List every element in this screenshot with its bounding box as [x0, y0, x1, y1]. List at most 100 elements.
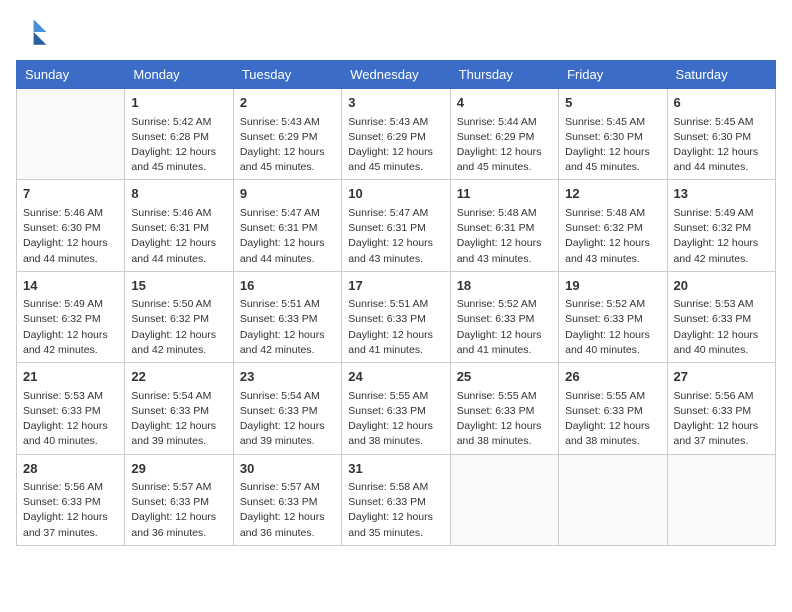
day-info: Sunrise: 5:50 AM Sunset: 6:32 PM Dayligh…	[131, 297, 226, 358]
weekday-header-sunday: Sunday	[17, 61, 125, 89]
day-number: 18	[457, 276, 552, 296]
calendar-header: SundayMondayTuesdayWednesdayThursdayFrid…	[17, 61, 776, 89]
day-info: Sunrise: 5:56 AM Sunset: 6:33 PM Dayligh…	[674, 389, 769, 450]
day-number: 7	[23, 184, 118, 204]
day-info: Sunrise: 5:49 AM Sunset: 6:32 PM Dayligh…	[23, 297, 118, 358]
calendar-cell: 14Sunrise: 5:49 AM Sunset: 6:32 PM Dayli…	[17, 271, 125, 362]
calendar-cell: 1Sunrise: 5:42 AM Sunset: 6:28 PM Daylig…	[125, 89, 233, 180]
day-info: Sunrise: 5:46 AM Sunset: 6:31 PM Dayligh…	[131, 206, 226, 267]
calendar-cell: 13Sunrise: 5:49 AM Sunset: 6:32 PM Dayli…	[667, 180, 775, 271]
day-number: 17	[348, 276, 443, 296]
day-info: Sunrise: 5:58 AM Sunset: 6:33 PM Dayligh…	[348, 480, 443, 541]
day-info: Sunrise: 5:55 AM Sunset: 6:33 PM Dayligh…	[457, 389, 552, 450]
day-info: Sunrise: 5:52 AM Sunset: 6:33 PM Dayligh…	[565, 297, 660, 358]
calendar-table: SundayMondayTuesdayWednesdayThursdayFrid…	[16, 60, 776, 546]
calendar-cell: 21Sunrise: 5:53 AM Sunset: 6:33 PM Dayli…	[17, 363, 125, 454]
day-number: 15	[131, 276, 226, 296]
day-info: Sunrise: 5:48 AM Sunset: 6:31 PM Dayligh…	[457, 206, 552, 267]
day-number: 19	[565, 276, 660, 296]
calendar-cell: 26Sunrise: 5:55 AM Sunset: 6:33 PM Dayli…	[559, 363, 667, 454]
calendar-cell: 4Sunrise: 5:44 AM Sunset: 6:29 PM Daylig…	[450, 89, 558, 180]
day-info: Sunrise: 5:45 AM Sunset: 6:30 PM Dayligh…	[674, 115, 769, 176]
day-number: 5	[565, 93, 660, 113]
calendar-cell: 10Sunrise: 5:47 AM Sunset: 6:31 PM Dayli…	[342, 180, 450, 271]
day-info: Sunrise: 5:47 AM Sunset: 6:31 PM Dayligh…	[240, 206, 335, 267]
day-number: 9	[240, 184, 335, 204]
day-info: Sunrise: 5:54 AM Sunset: 6:33 PM Dayligh…	[131, 389, 226, 450]
day-info: Sunrise: 5:54 AM Sunset: 6:33 PM Dayligh…	[240, 389, 335, 450]
day-info: Sunrise: 5:47 AM Sunset: 6:31 PM Dayligh…	[348, 206, 443, 267]
calendar-week-row: 14Sunrise: 5:49 AM Sunset: 6:32 PM Dayli…	[17, 271, 776, 362]
calendar-cell: 28Sunrise: 5:56 AM Sunset: 6:33 PM Dayli…	[17, 454, 125, 545]
calendar-cell	[559, 454, 667, 545]
calendar-cell: 16Sunrise: 5:51 AM Sunset: 6:33 PM Dayli…	[233, 271, 341, 362]
day-info: Sunrise: 5:43 AM Sunset: 6:29 PM Dayligh…	[240, 115, 335, 176]
day-number: 13	[674, 184, 769, 204]
day-number: 31	[348, 459, 443, 479]
weekday-header-wednesday: Wednesday	[342, 61, 450, 89]
weekday-header-thursday: Thursday	[450, 61, 558, 89]
day-number: 20	[674, 276, 769, 296]
day-info: Sunrise: 5:55 AM Sunset: 6:33 PM Dayligh…	[565, 389, 660, 450]
calendar-cell: 29Sunrise: 5:57 AM Sunset: 6:33 PM Dayli…	[125, 454, 233, 545]
day-number: 8	[131, 184, 226, 204]
calendar-cell: 9Sunrise: 5:47 AM Sunset: 6:31 PM Daylig…	[233, 180, 341, 271]
calendar-cell: 19Sunrise: 5:52 AM Sunset: 6:33 PM Dayli…	[559, 271, 667, 362]
page-header	[16, 16, 776, 48]
calendar-cell: 7Sunrise: 5:46 AM Sunset: 6:30 PM Daylig…	[17, 180, 125, 271]
calendar-week-row: 1Sunrise: 5:42 AM Sunset: 6:28 PM Daylig…	[17, 89, 776, 180]
calendar-cell: 5Sunrise: 5:45 AM Sunset: 6:30 PM Daylig…	[559, 89, 667, 180]
day-info: Sunrise: 5:57 AM Sunset: 6:33 PM Dayligh…	[240, 480, 335, 541]
calendar-week-row: 7Sunrise: 5:46 AM Sunset: 6:30 PM Daylig…	[17, 180, 776, 271]
day-info: Sunrise: 5:44 AM Sunset: 6:29 PM Dayligh…	[457, 115, 552, 176]
calendar-cell: 6Sunrise: 5:45 AM Sunset: 6:30 PM Daylig…	[667, 89, 775, 180]
day-number: 4	[457, 93, 552, 113]
calendar-week-row: 21Sunrise: 5:53 AM Sunset: 6:33 PM Dayli…	[17, 363, 776, 454]
day-number: 21	[23, 367, 118, 387]
day-number: 3	[348, 93, 443, 113]
calendar-cell: 12Sunrise: 5:48 AM Sunset: 6:32 PM Dayli…	[559, 180, 667, 271]
calendar-cell: 24Sunrise: 5:55 AM Sunset: 6:33 PM Dayli…	[342, 363, 450, 454]
day-number: 1	[131, 93, 226, 113]
weekday-header-tuesday: Tuesday	[233, 61, 341, 89]
day-info: Sunrise: 5:53 AM Sunset: 6:33 PM Dayligh…	[674, 297, 769, 358]
day-info: Sunrise: 5:48 AM Sunset: 6:32 PM Dayligh…	[565, 206, 660, 267]
day-info: Sunrise: 5:51 AM Sunset: 6:33 PM Dayligh…	[348, 297, 443, 358]
day-number: 2	[240, 93, 335, 113]
calendar-cell: 18Sunrise: 5:52 AM Sunset: 6:33 PM Dayli…	[450, 271, 558, 362]
day-number: 16	[240, 276, 335, 296]
day-info: Sunrise: 5:52 AM Sunset: 6:33 PM Dayligh…	[457, 297, 552, 358]
weekday-header-friday: Friday	[559, 61, 667, 89]
calendar-week-row: 28Sunrise: 5:56 AM Sunset: 6:33 PM Dayli…	[17, 454, 776, 545]
day-info: Sunrise: 5:42 AM Sunset: 6:28 PM Dayligh…	[131, 115, 226, 176]
calendar-cell: 3Sunrise: 5:43 AM Sunset: 6:29 PM Daylig…	[342, 89, 450, 180]
day-number: 29	[131, 459, 226, 479]
day-info: Sunrise: 5:43 AM Sunset: 6:29 PM Dayligh…	[348, 115, 443, 176]
weekday-header-saturday: Saturday	[667, 61, 775, 89]
day-number: 14	[23, 276, 118, 296]
logo-icon	[16, 16, 48, 48]
calendar-cell	[667, 454, 775, 545]
day-number: 22	[131, 367, 226, 387]
day-info: Sunrise: 5:53 AM Sunset: 6:33 PM Dayligh…	[23, 389, 118, 450]
day-info: Sunrise: 5:46 AM Sunset: 6:30 PM Dayligh…	[23, 206, 118, 267]
calendar-cell: 22Sunrise: 5:54 AM Sunset: 6:33 PM Dayli…	[125, 363, 233, 454]
weekday-header-row: SundayMondayTuesdayWednesdayThursdayFrid…	[17, 61, 776, 89]
calendar-cell: 30Sunrise: 5:57 AM Sunset: 6:33 PM Dayli…	[233, 454, 341, 545]
day-number: 30	[240, 459, 335, 479]
day-number: 12	[565, 184, 660, 204]
calendar-cell: 23Sunrise: 5:54 AM Sunset: 6:33 PM Dayli…	[233, 363, 341, 454]
calendar-cell: 20Sunrise: 5:53 AM Sunset: 6:33 PM Dayli…	[667, 271, 775, 362]
calendar-body: 1Sunrise: 5:42 AM Sunset: 6:28 PM Daylig…	[17, 89, 776, 546]
day-number: 25	[457, 367, 552, 387]
day-number: 11	[457, 184, 552, 204]
calendar-cell: 8Sunrise: 5:46 AM Sunset: 6:31 PM Daylig…	[125, 180, 233, 271]
day-info: Sunrise: 5:56 AM Sunset: 6:33 PM Dayligh…	[23, 480, 118, 541]
calendar-cell: 15Sunrise: 5:50 AM Sunset: 6:32 PM Dayli…	[125, 271, 233, 362]
day-number: 10	[348, 184, 443, 204]
day-number: 6	[674, 93, 769, 113]
day-info: Sunrise: 5:49 AM Sunset: 6:32 PM Dayligh…	[674, 206, 769, 267]
calendar-cell: 25Sunrise: 5:55 AM Sunset: 6:33 PM Dayli…	[450, 363, 558, 454]
calendar-cell: 11Sunrise: 5:48 AM Sunset: 6:31 PM Dayli…	[450, 180, 558, 271]
calendar-cell	[17, 89, 125, 180]
